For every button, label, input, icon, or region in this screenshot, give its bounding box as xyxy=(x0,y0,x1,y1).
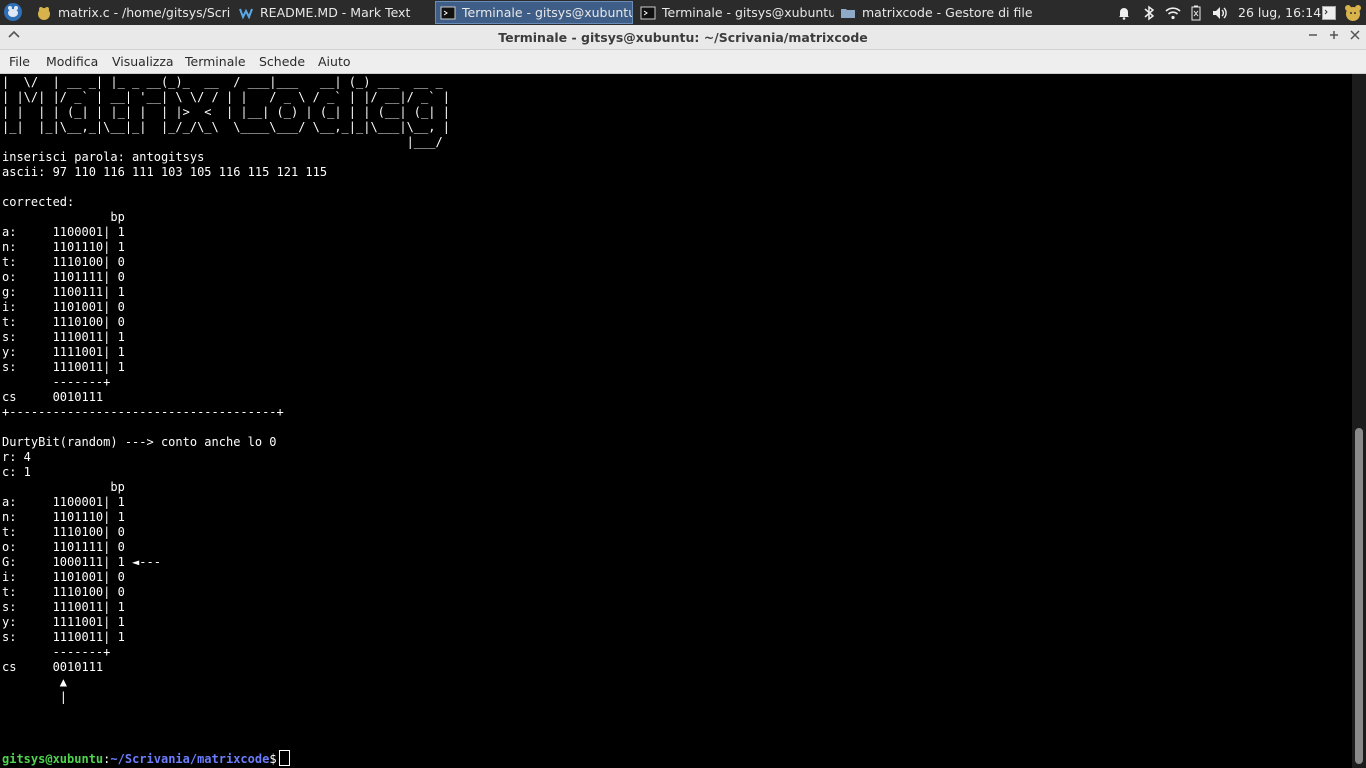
scrollbar-thumb[interactable] xyxy=(1355,428,1363,764)
taskbar-item-label: matrix.c - /home/gitsys/Scriv... xyxy=(58,5,230,20)
taskbar-item-label: matrixcode - Gestore di file xyxy=(862,5,1033,20)
notification-bell-icon[interactable] xyxy=(1115,0,1133,25)
top-panel: matrix.c - /home/gitsys/Scriv... README.… xyxy=(0,0,1366,25)
taskbar-item-file-manager[interactable]: matrixcode - Gestore di file xyxy=(836,1,1034,24)
close-icon[interactable] xyxy=(1347,29,1363,45)
menu-file[interactable]: File xyxy=(9,50,30,73)
taskbar-item-terminal[interactable]: Terminale - gitsys@xubuntu: ... xyxy=(636,1,834,24)
text-cursor xyxy=(278,750,290,766)
terminal-scrollbar[interactable] xyxy=(1352,74,1366,768)
prompt-user: gitsys@xubuntu xyxy=(2,752,104,766)
taskbar-item-readme[interactable]: README.MD - Mark Text xyxy=(234,1,432,24)
taskbar-item-label: Terminale - gitsys@xubuntu: ... xyxy=(662,5,834,20)
maximize-icon[interactable] xyxy=(1326,29,1342,45)
prompt-symbol: $ xyxy=(269,752,277,766)
terminal-area[interactable]: | \/ | __ _| |_ _ __(_)_ __ / ___|___ __… xyxy=(0,74,1352,768)
user-avatar-icon[interactable] xyxy=(1342,0,1364,25)
clock[interactable]: 26 lug, 16:14 xyxy=(1238,0,1321,25)
menubar: File Modifica Visualizza Terminale Sched… xyxy=(0,50,1366,74)
menu-schede[interactable]: Schede xyxy=(259,50,305,73)
show-desktop-icon[interactable] xyxy=(1321,0,1337,25)
menu-visualizza[interactable]: Visualizza xyxy=(112,50,174,73)
taskbar-item-matrix-c[interactable]: matrix.c - /home/gitsys/Scriv... xyxy=(32,1,230,24)
terminal-output: | \/ | __ _| |_ _ __(_)_ __ / ___|___ __… xyxy=(2,75,450,704)
wifi-icon[interactable] xyxy=(1163,0,1183,25)
folder-icon xyxy=(840,5,856,21)
bluetooth-icon[interactable] xyxy=(1140,0,1158,25)
terminal-icon xyxy=(640,5,656,21)
taskbar-item-terminal-active[interactable]: Terminale - gitsys@xubuntu: ... xyxy=(435,1,633,24)
minimize-icon[interactable] xyxy=(1305,29,1321,45)
menu-aiuto[interactable]: Aiuto xyxy=(318,50,351,73)
menu-terminale[interactable]: Terminale xyxy=(185,50,246,73)
menu-modifica[interactable]: Modifica xyxy=(46,50,98,73)
volume-icon[interactable] xyxy=(1210,0,1230,25)
terminal-prompt[interactable]: gitsys@xubuntu:~/Scrivania/matrixcode$ xyxy=(2,750,290,767)
battery-icon[interactable] xyxy=(1188,0,1204,25)
whisker-menu-icon[interactable] xyxy=(3,2,23,22)
terminal-icon xyxy=(440,5,456,21)
window-titlebar[interactable]: Terminale - gitsys@xubuntu: ~/Scrivania/… xyxy=(0,25,1366,50)
text-editor-icon xyxy=(36,5,52,21)
window-title: Terminale - gitsys@xubuntu: ~/Scrivania/… xyxy=(498,30,868,45)
marktext-icon xyxy=(238,5,254,21)
taskbar-item-label: Terminale - gitsys@xubuntu: ... xyxy=(462,5,633,20)
prompt-path: ~/Scrivania/matrixcode xyxy=(110,752,270,766)
taskbar-item-label: README.MD - Mark Text xyxy=(260,5,411,20)
